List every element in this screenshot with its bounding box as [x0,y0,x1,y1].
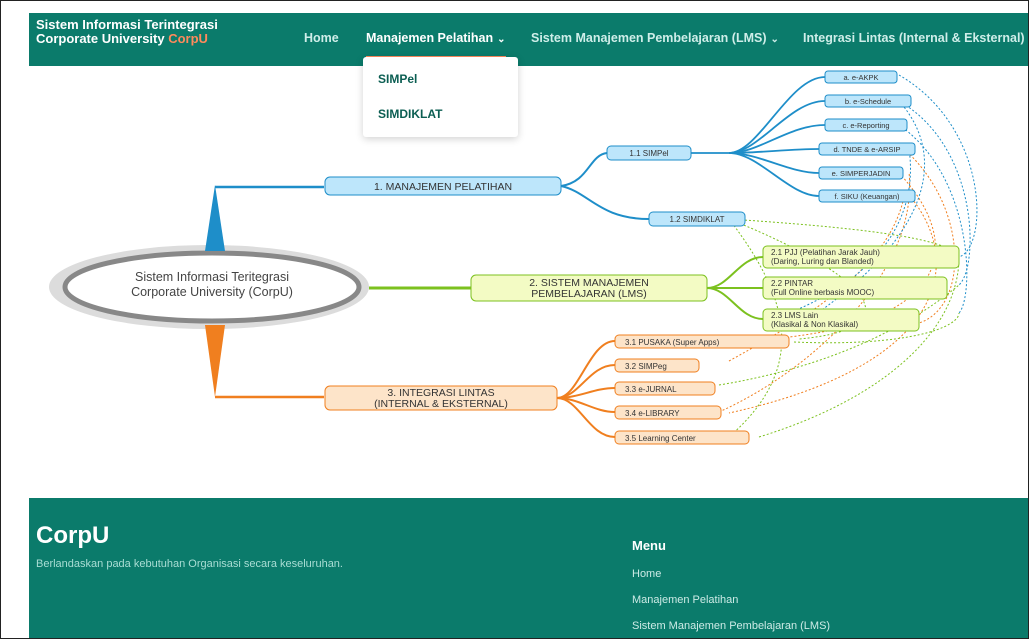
branch-2-label-2: PEMBELAJARAN (LMS) [531,288,647,300]
node-1-2-label: 1.2 SIMDIKLAT [670,215,725,224]
nav-lms-label: Sistem Manajemen Pembelajaran (LMS) [531,31,767,45]
dropdown-item-simpel[interactable]: SIMPel [378,72,417,86]
center-label-2: Corporate University (CorpU) [131,285,293,299]
center-label-1: Sistem Informasi Teritegrasi [135,270,289,284]
leaf-label: b. e-Schedule [845,97,891,106]
site-footer: CorpU Berlandaskan pada kebutuhan Organi… [29,498,1028,638]
leaf-label: 3.5 Learning Center [625,434,696,443]
leaf-label: c. e-Reporting [842,121,889,130]
branch-1-1-link [560,152,608,187]
leaf-label: d. TNDE & e-ARSIP [834,145,901,154]
footer-link-home[interactable]: Home [632,568,661,580]
nav-integrasi-label: Integrasi Lintas (Internal & Eksternal) [803,31,1025,45]
browser-viewport: Sistem Informasi Terintegrasi Corporate … [0,0,1029,639]
leaf-label: f. SIKU (Keuangan) [834,192,900,201]
branch-3-label-2: (INTERNAL & EKSTERNAL) [374,398,508,410]
leaf-label: (Full Online berbasis MOOC) [771,288,874,297]
nav-lms[interactable]: Sistem Manajemen Pembelajaran (LMS) ⌄ [531,31,779,45]
node-1-1-label: 1.1 SIMPel [629,149,668,158]
leaf-label: a. e-AKPK [843,73,878,82]
footer-link-manajemen[interactable]: Manajemen Pelatihan [632,594,738,606]
leaf-label: 2.2 PINTAR [771,279,813,288]
branch-3-wedge [205,325,225,397]
brand-accent: CorpU [168,31,208,46]
leaf-label: (Klasikal & Non Klasikal) [771,320,858,329]
dropdown-item-simdiklat[interactable]: SIMDIKLAT [378,107,442,121]
leaf-label: 3.4 e-LIBRARY [625,409,680,418]
manajemen-dropdown-menu: SIMPel SIMDIKLAT [363,57,518,137]
footer-link-lms[interactable]: Sistem Manajemen Pembelajaran (LMS) [632,620,830,632]
leaf-label: 3.3 e-JURNAL [625,385,677,394]
branch-1-2-link [560,185,650,220]
nav-home[interactable]: Home [304,31,339,45]
brand-line-2: Corporate University CorpU [36,32,218,46]
leaf-label: 2.1 PJJ (Pelatihan Jarak Jauh) [771,248,880,257]
mindmap-diagram: Sistem Informasi Teritegrasi Corporate U… [29,67,1028,497]
chevron-down-icon: ⌄ [497,34,506,45]
leaf-label: 2.3 LMS Lain [771,311,818,320]
integrasi-leaves: 3.1 PUSAKA (Super Apps) 3.2 SIMPeg 3.3 e… [614,334,790,445]
footer-menu-heading: Menu [632,538,666,553]
leaf-label: 3.1 PUSAKA (Super Apps) [625,338,720,347]
brand-logo[interactable]: Sistem Informasi Terintegrasi Corporate … [36,18,218,46]
footer-tagline: Berlandaskan pada kebutuhan Organisasi s… [36,558,343,570]
simpel-leaf-links [691,76,826,197]
integrasi-leaf-links [556,340,616,438]
chevron-down-icon: ⌄ [770,34,779,45]
brand-line-1: Sistem Informasi Terintegrasi [36,17,218,32]
simpel-leaves: a. e-AKPK b. e-Schedule c. e-Reporting d… [818,70,916,203]
leaf-label: (Daring, Luring dan Blanded) [771,257,874,266]
top-navbar: Sistem Informasi Terintegrasi Corporate … [29,13,1028,66]
leaf-label: 3.2 SIMPeg [625,362,667,371]
nav-manajemen-pelatihan[interactable]: Manajemen Pelatihan ⌄ [366,31,506,45]
footer-title: CorpU [36,522,110,549]
nav-integrasi[interactable]: Integrasi Lintas (Internal & Eksternal) [803,31,1025,45]
leaf-label: e. SIMPERJADIN [832,169,891,178]
branch-1-label: 1. MANAJEMEN PELATIHAN [374,181,512,193]
lms-leaf-links [706,256,764,320]
nav-home-label: Home [304,31,339,45]
branch-1-wedge [205,185,225,251]
brand-line-2-prefix: Corporate University [36,31,169,46]
nav-manajemen-label: Manajemen Pelatihan [366,31,494,45]
mindmap-svg: Sistem Informasi Teritegrasi Corporate U… [49,70,978,445]
